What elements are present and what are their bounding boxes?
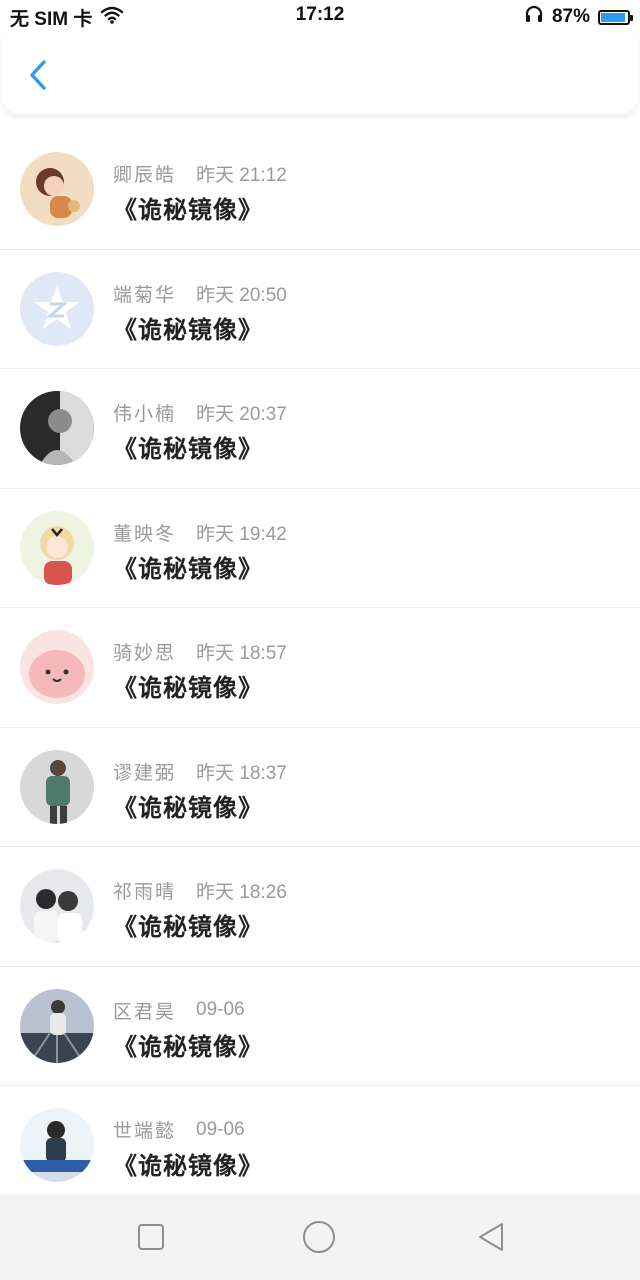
system-nav-bar	[0, 1194, 640, 1280]
list-item[interactable]: 董映冬 昨天 19:42 《诡秘镜像》	[0, 489, 640, 608]
timestamp: 昨天 18:57	[196, 643, 287, 664]
battery-fill	[601, 12, 626, 22]
header-bar	[2, 34, 638, 114]
nav-back-button[interactable]	[474, 1220, 508, 1254]
timestamp: 昨天 19:42	[196, 523, 287, 545]
item-meta: 卿辰皓 昨天 21:12	[113, 160, 287, 187]
user-name: 祁雨晴	[113, 882, 177, 903]
item-meta: 端菊华 昨天 20:50	[113, 280, 287, 307]
recent-apps-button[interactable]	[134, 1220, 168, 1254]
timestamp: 昨天 21:12	[196, 165, 287, 186]
list-item[interactable]: 伟小楠 昨天 20:37 《诡秘镜像》	[0, 369, 640, 489]
item-meta: 伟小楠 昨天 20:37	[113, 399, 287, 426]
avatar	[20, 510, 94, 585]
list-item[interactable]: 骑妙思 昨天 18:57 《诡秘镜像》	[0, 608, 640, 728]
item-meta: 谬建弼 昨天 18:37	[113, 758, 287, 785]
timestamp: 昨天 20:50	[196, 284, 287, 306]
list-item[interactable]: 区君昊 09-06 《诡秘镜像》	[0, 967, 640, 1086]
list-item[interactable]: 谬建弼 昨天 18:37 《诡秘镜像》	[0, 728, 640, 847]
message-list: 卿辰皓 昨天 21:12 《诡秘镜像》 端菊华 昨天 20:50 《诡秘镜像》	[0, 130, 640, 1194]
avatar	[20, 391, 94, 465]
battery-percent: 87%	[551, 6, 590, 27]
timestamp: 09-06	[196, 999, 245, 1020]
square-icon	[138, 1224, 164, 1250]
item-title: 《诡秘镜像》	[113, 316, 263, 344]
item-meta: 祁雨晴 昨天 18:26	[113, 877, 287, 904]
item-meta: 世端懿 09-06	[113, 1116, 245, 1143]
user-name: 骑妙思	[113, 643, 177, 664]
list-item[interactable]: 卿辰皓 昨天 21:12 《诡秘镜像》	[0, 130, 640, 250]
item-meta: 骑妙思 昨天 18:57	[113, 638, 287, 665]
item-title: 《诡秘镜像》	[113, 197, 263, 224]
status-right: 87%	[524, 4, 633, 30]
list-item[interactable]: 世端懿 09-06 《诡秘镜像》	[0, 1086, 640, 1194]
avatar	[20, 988, 94, 1063]
chevron-left-icon	[30, 60, 46, 90]
timestamp: 09-06	[196, 1118, 245, 1140]
user-name: 伟小楠	[113, 404, 177, 425]
user-name: 世端懿	[113, 1121, 177, 1142]
circle-icon	[303, 1221, 335, 1253]
avatar	[20, 749, 94, 824]
timestamp: 昨天 20:37	[196, 404, 287, 425]
user-name: 董映冬	[113, 523, 177, 545]
triangle-back-icon	[479, 1223, 503, 1251]
item-title: 《诡秘镜像》	[113, 555, 263, 583]
item-meta: 董映冬 昨天 19:42	[113, 519, 287, 546]
item-title: 《诡秘镜像》	[113, 675, 263, 702]
timestamp: 昨天 18:26	[196, 882, 287, 903]
avatar	[20, 869, 94, 943]
back-button[interactable]	[20, 54, 56, 96]
item-title: 《诡秘镜像》	[113, 1033, 263, 1061]
battery-icon	[598, 9, 633, 25]
item-meta: 区君昊 09-06	[113, 997, 245, 1024]
item-title: 《诡秘镜像》	[113, 794, 263, 822]
user-name: 谬建弼	[113, 762, 177, 784]
item-title: 《诡秘镜像》	[113, 914, 263, 941]
home-button[interactable]	[302, 1220, 336, 1254]
avatar	[20, 271, 94, 346]
status-bar: 无 SIM 卡 17:12 87%	[0, 0, 640, 34]
headphones-icon	[524, 4, 544, 30]
timestamp: 昨天 18:37	[196, 762, 287, 784]
list-item[interactable]: 端菊华 昨天 20:50 《诡秘镜像》	[0, 250, 640, 369]
avatar	[20, 152, 94, 226]
user-name: 区君昊	[113, 1001, 177, 1023]
item-title: 《诡秘镜像》	[113, 1153, 263, 1180]
avatar	[20, 1108, 94, 1182]
user-name: 卿辰皓	[113, 165, 177, 186]
list-item[interactable]: 祁雨晴 昨天 18:26 《诡秘镜像》	[0, 847, 640, 967]
user-name: 端菊华	[113, 284, 177, 306]
avatar	[20, 630, 94, 704]
item-title: 《诡秘镜像》	[113, 436, 263, 463]
